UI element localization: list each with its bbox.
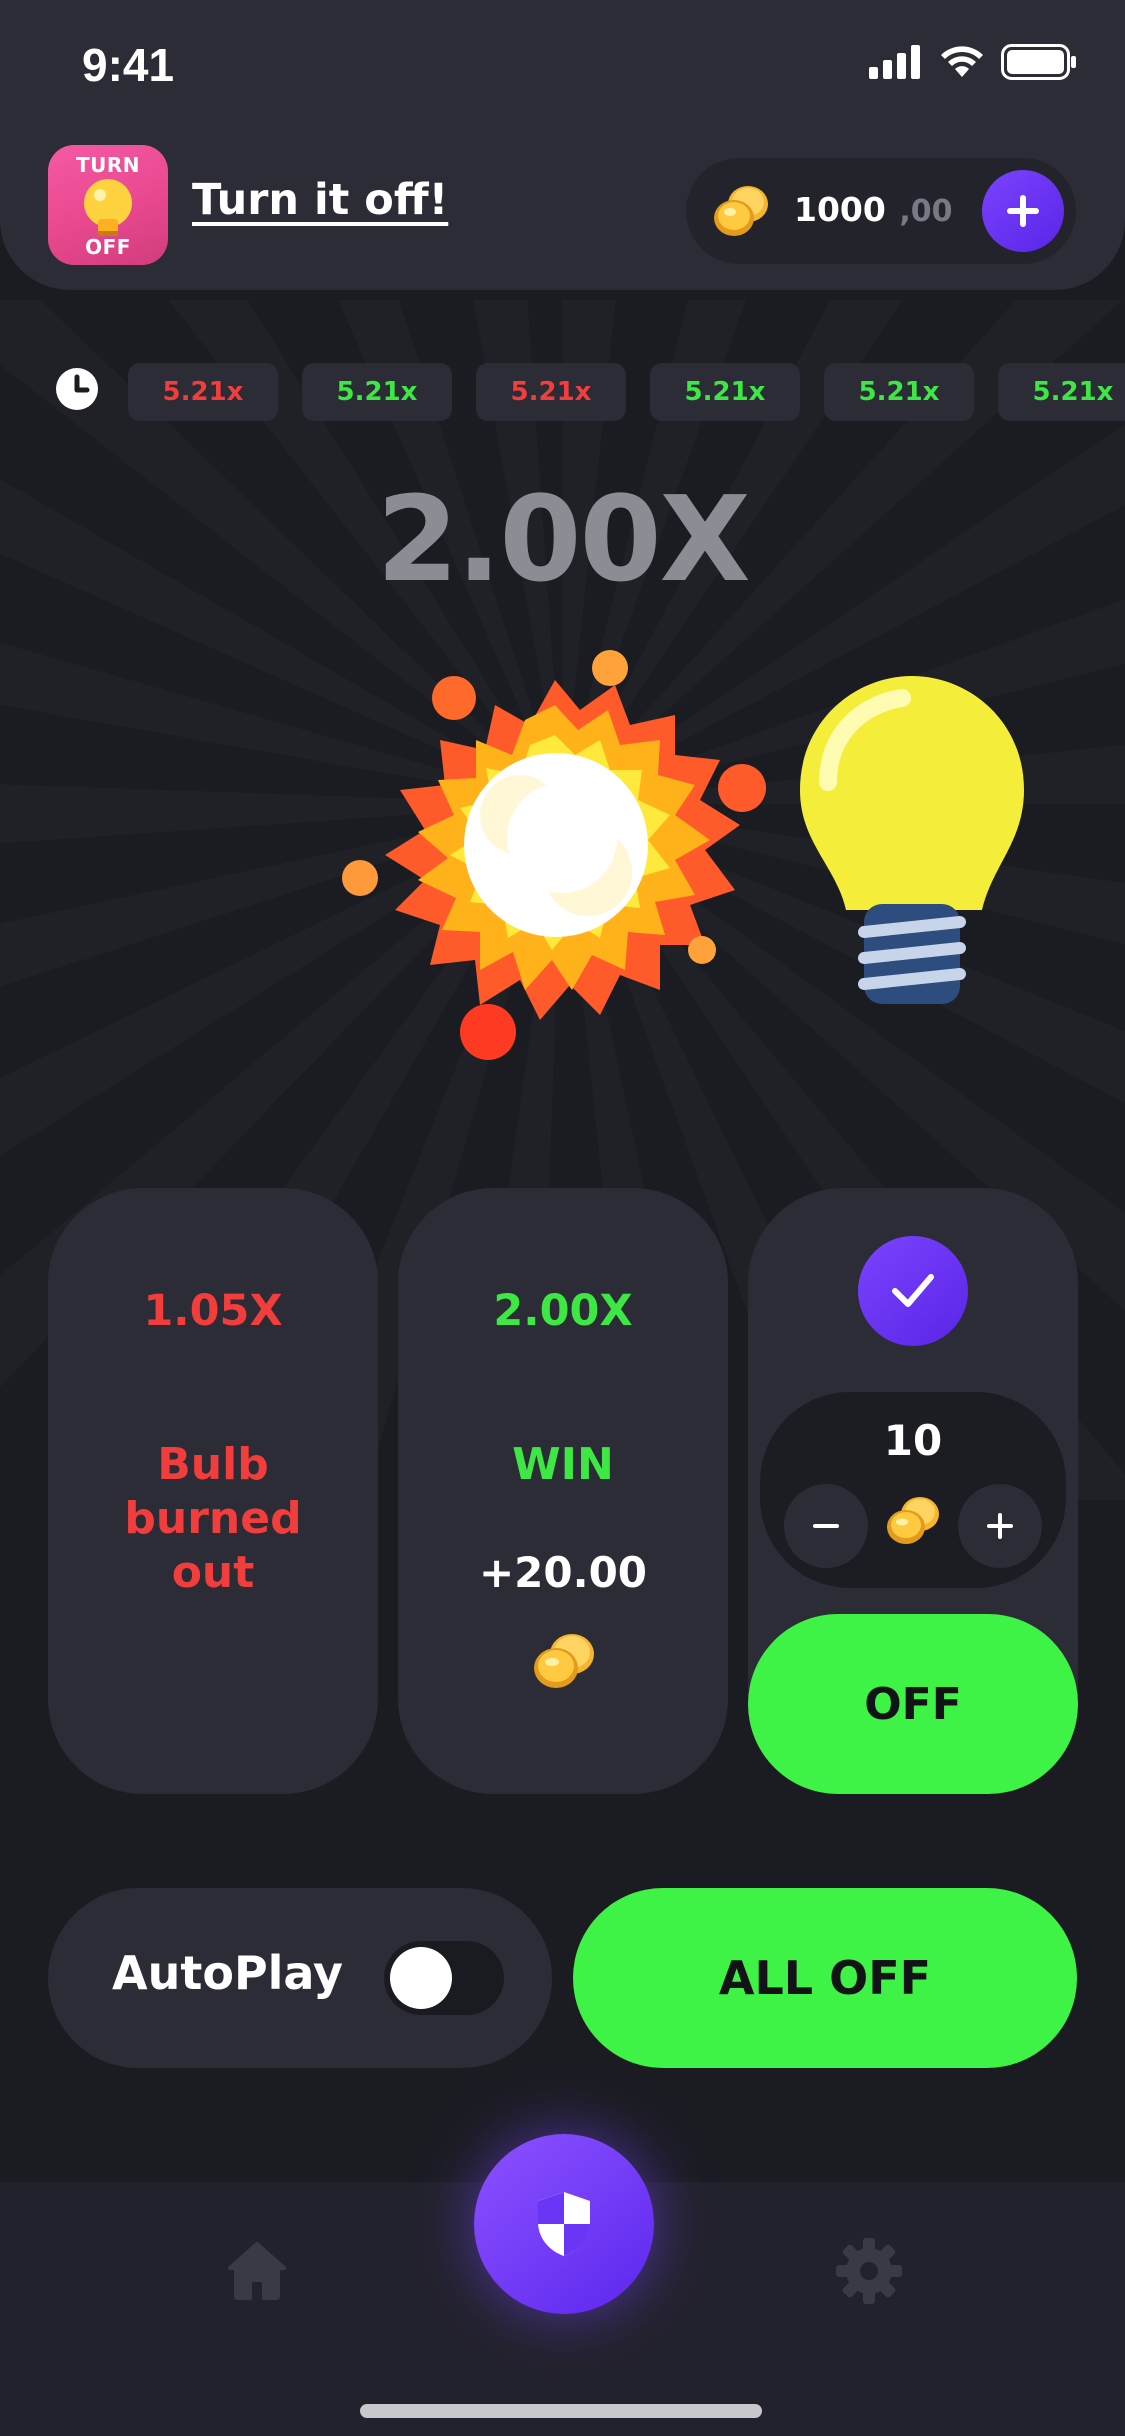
result-card-win: 2.00X WIN +20.00 <box>398 1188 728 1794</box>
decrease-bet-button[interactable] <box>784 1484 868 1568</box>
status-bar: 9:41 <box>0 0 1125 130</box>
toggle-knob <box>390 1947 452 2009</box>
minus-icon <box>813 1524 839 1528</box>
status-icons <box>869 44 1077 80</box>
coins-icon <box>887 1497 939 1544</box>
plus-icon <box>987 1513 1013 1539</box>
history-item[interactable]: 5.21x <box>998 363 1125 421</box>
plus-icon <box>1007 195 1039 227</box>
balance-pill: 1000 ,00 <box>686 158 1076 264</box>
win-multiplier: 2.00X <box>493 1286 633 1336</box>
explosion-illustration <box>342 650 766 1060</box>
wifi-icon <box>941 46 983 77</box>
app-title[interactable]: Turn it off! <box>192 175 448 225</box>
bet-card: 10 OFF <box>748 1188 1078 1794</box>
balance-cents: ,00 <box>899 194 953 229</box>
increase-bet-button[interactable] <box>958 1484 1042 1568</box>
history-item[interactable]: 5.21x <box>128 363 278 421</box>
lightbulb-illustration <box>800 676 1024 1004</box>
bet-stepper: 10 <box>760 1392 1066 1588</box>
status-time: 9:41 <box>82 39 175 91</box>
history-item[interactable]: 5.21x <box>476 363 626 421</box>
bet-amount[interactable]: 10 <box>760 1416 1066 1465</box>
app-icon[interactable]: TURN OFF <box>48 145 168 265</box>
lost-status: Bulb burned out <box>124 1439 302 1598</box>
shield-icon <box>538 2192 590 2256</box>
history-item[interactable]: 5.21x <box>302 363 452 421</box>
result-card-lost: 1.05X Bulb burned out <box>48 1188 378 1794</box>
auto-cashout-check-button[interactable] <box>858 1236 968 1346</box>
current-multiplier: 2.00X <box>376 470 750 608</box>
all-off-button[interactable]: ALL OFF <box>573 1888 1077 2068</box>
history-item[interactable]: 5.21x <box>650 363 800 421</box>
autoplay-label: AutoPlay <box>112 1946 344 2000</box>
app-icon-text-bottom: OFF <box>85 235 131 259</box>
balance-amount: 1000 ,00 <box>794 190 953 229</box>
multiplier-history: 5.21x 5.21x 5.21x 5.21x 5.21x 5.21x <box>0 360 1125 421</box>
off-button[interactable]: OFF <box>748 1614 1078 1794</box>
autoplay-control: AutoPlay <box>48 1888 552 2068</box>
center-shield-button[interactable] <box>474 2134 654 2314</box>
home-indicator <box>360 2404 762 2418</box>
win-amount: +20.00 <box>478 1548 648 1597</box>
balance-integer: 1000 <box>794 190 886 229</box>
home-icon[interactable] <box>226 2240 288 2302</box>
signal-icon <box>869 45 920 79</box>
coins-icon <box>714 186 768 236</box>
coins-icon <box>534 1634 594 1688</box>
checkmark-icon <box>892 1274 934 1307</box>
battery-icon <box>1001 44 1076 80</box>
autoplay-toggle[interactable] <box>384 1941 504 2015</box>
history-item[interactable]: 5.21x <box>824 363 974 421</box>
gear-icon[interactable] <box>834 2236 904 2306</box>
clock-icon[interactable] <box>54 366 100 412</box>
win-status: WIN <box>512 1439 614 1490</box>
add-funds-button[interactable] <box>982 170 1064 252</box>
lost-multiplier: 1.05X <box>143 1286 283 1336</box>
